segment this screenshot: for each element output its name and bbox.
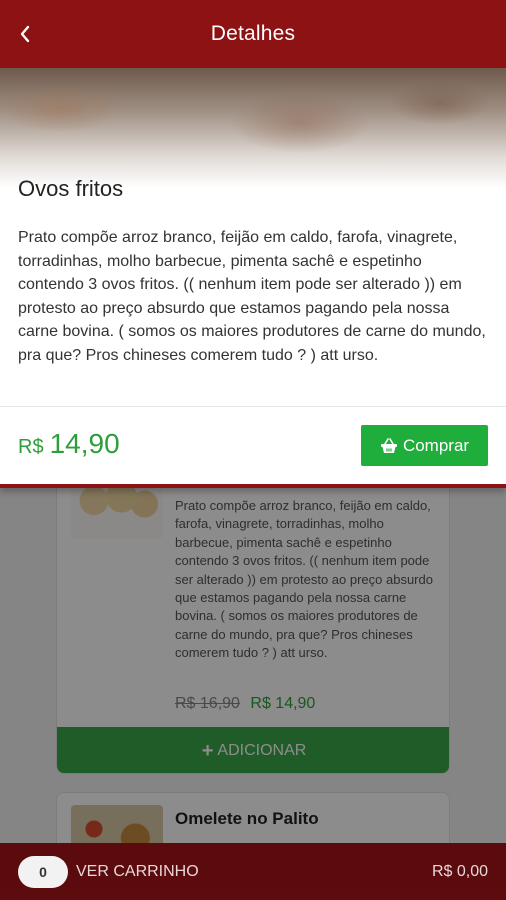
- dish-price: R$ 14,90: [18, 428, 120, 460]
- buy-button[interactable]: Comprar: [361, 425, 488, 466]
- price-value: 14,90: [49, 428, 120, 459]
- chevron-left-icon: [20, 25, 30, 43]
- back-button[interactable]: [14, 20, 36, 48]
- app-bar: Detalhes: [0, 0, 506, 68]
- view-cart-button[interactable]: VER CARRINHO: [76, 863, 199, 881]
- dish-name: Ovos fritos: [18, 176, 124, 201]
- cart-count-badge: 0: [18, 855, 68, 888]
- modal-backdrop[interactable]: [0, 468, 506, 900]
- price-currency: R$: [18, 436, 44, 458]
- sheet-bottom-border: [0, 484, 506, 488]
- dish-image: [0, 68, 506, 188]
- cart-total: R$ 0,00: [431, 862, 488, 880]
- buy-button-label: Comprar: [402, 435, 470, 455]
- page-title: Detalhes: [210, 22, 296, 45]
- divider: [0, 406, 506, 407]
- basket-icon: [380, 437, 398, 454]
- cart-bar[interactable]: 0 VER CARRINHO R$ 0,00: [0, 843, 506, 900]
- details-sheet: Ovos fritos Prato compõe arroz branco, f…: [0, 68, 506, 488]
- dish-description: Prato compõe arroz branco, feijão em cal…: [18, 229, 486, 364]
